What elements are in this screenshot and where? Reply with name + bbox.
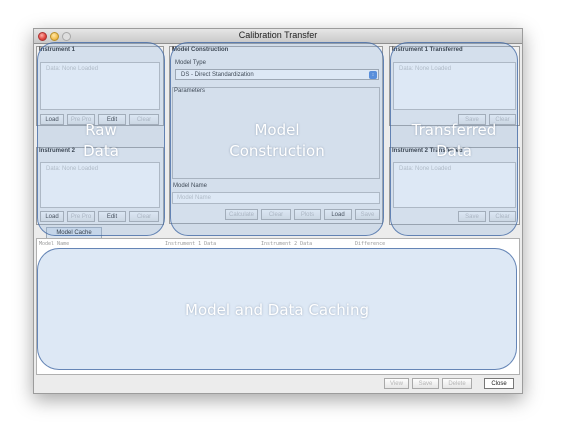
column-difference[interactable]: Difference: [355, 241, 385, 247]
model-construction-overlay-label: Model Construction: [229, 121, 325, 160]
caching-overlay-label: Model and Data Caching: [185, 301, 369, 319]
cache-save-button[interactable]: Save: [412, 378, 439, 389]
cache-view-button[interactable]: View: [384, 378, 409, 389]
close-button[interactable]: Close: [484, 378, 514, 389]
cache-delete-button[interactable]: Delete: [442, 378, 472, 389]
window-title: Calibration Transfer: [238, 30, 318, 40]
column-instrument-1-data[interactable]: Instrument 1 Data: [165, 241, 216, 247]
column-instrument-2-data[interactable]: Instrument 2 Data: [261, 241, 312, 247]
transferred-data-overlay-label: Transferred Data: [411, 121, 497, 160]
column-model-name[interactable]: Model Name: [39, 241, 69, 247]
raw-data-overlay-label: Raw Data: [83, 121, 119, 160]
